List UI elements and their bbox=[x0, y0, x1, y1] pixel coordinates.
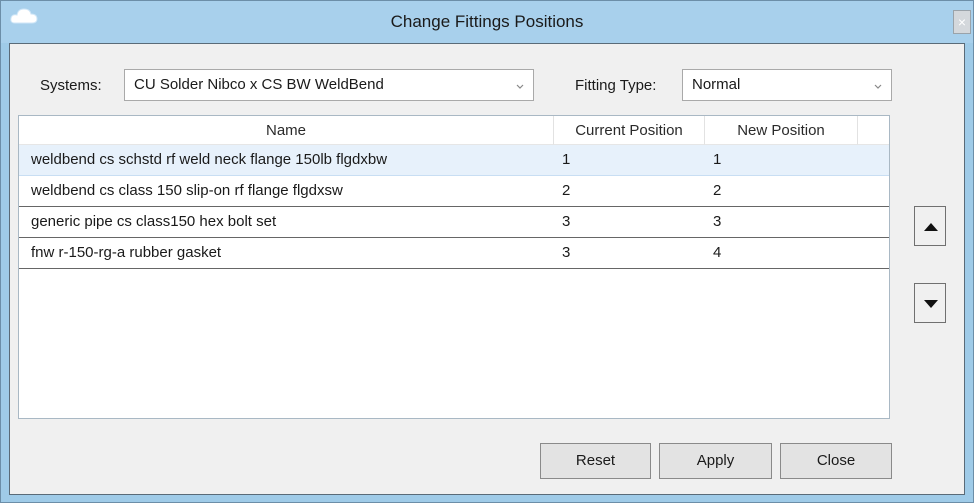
chevron-down-icon bbox=[515, 79, 525, 89]
row-name: generic pipe cs class150 hex bolt set bbox=[31, 213, 277, 230]
move-up-button[interactable] bbox=[914, 206, 946, 246]
window-title: Change Fittings Positions bbox=[390, 12, 584, 31]
table-row[interactable]: fnw r-150-rg-a rubber gasket 3 4 bbox=[19, 238, 889, 269]
dialog-body: Systems: CU Solder Nibco x CS BW WeldBen… bbox=[9, 43, 965, 495]
table-row[interactable]: generic pipe cs class150 hex bolt set 3 … bbox=[19, 207, 889, 238]
fitting-type-dropdown[interactable]: Normal bbox=[682, 69, 892, 101]
chevron-down-icon bbox=[873, 79, 883, 89]
column-header-name[interactable]: Name bbox=[19, 116, 554, 145]
change-fittings-positions-window: Change Fittings Positions × Systems: CU … bbox=[0, 0, 974, 503]
row-new-position: 1 bbox=[713, 151, 722, 168]
move-down-button[interactable] bbox=[914, 283, 946, 323]
close-icon[interactable]: × bbox=[953, 10, 971, 34]
column-header-current-position[interactable]: Current Position bbox=[554, 116, 705, 145]
fittings-table[interactable]: Name Current Position New Position weldb… bbox=[18, 115, 890, 419]
row-name: weldbend cs schstd rf weld neck flange 1… bbox=[31, 151, 388, 168]
table-row[interactable]: weldbend cs schstd rf weld neck flange 1… bbox=[19, 145, 889, 176]
row-current-position: 1 bbox=[562, 151, 571, 168]
row-current-position: 3 bbox=[562, 244, 571, 261]
row-current-position: 3 bbox=[562, 213, 571, 230]
column-header-filler bbox=[858, 116, 889, 145]
row-new-position: 4 bbox=[713, 244, 722, 261]
close-button[interactable]: Close bbox=[780, 443, 892, 479]
fitting-type-value: Normal bbox=[692, 76, 741, 93]
fitting-type-label: Fitting Type: bbox=[575, 77, 657, 94]
title-bar: Change Fittings Positions × bbox=[1, 1, 973, 43]
table-header: Name Current Position New Position bbox=[19, 116, 889, 145]
row-name: fnw r-150-rg-a rubber gasket bbox=[31, 244, 222, 261]
column-header-new-position[interactable]: New Position bbox=[705, 116, 858, 145]
row-new-position: 2 bbox=[713, 182, 722, 199]
systems-value: CU Solder Nibco x CS BW WeldBend bbox=[134, 76, 384, 93]
systems-label: Systems: bbox=[40, 77, 102, 94]
reset-button[interactable]: Reset bbox=[540, 443, 651, 479]
table-row[interactable]: weldbend cs class 150 slip-on rf flange … bbox=[19, 176, 889, 207]
systems-dropdown[interactable]: CU Solder Nibco x CS BW WeldBend bbox=[124, 69, 534, 101]
apply-button[interactable]: Apply bbox=[659, 443, 772, 479]
row-name: weldbend cs class 150 slip-on rf flange … bbox=[31, 182, 343, 199]
row-new-position: 3 bbox=[713, 213, 722, 230]
row-current-position: 2 bbox=[562, 182, 571, 199]
